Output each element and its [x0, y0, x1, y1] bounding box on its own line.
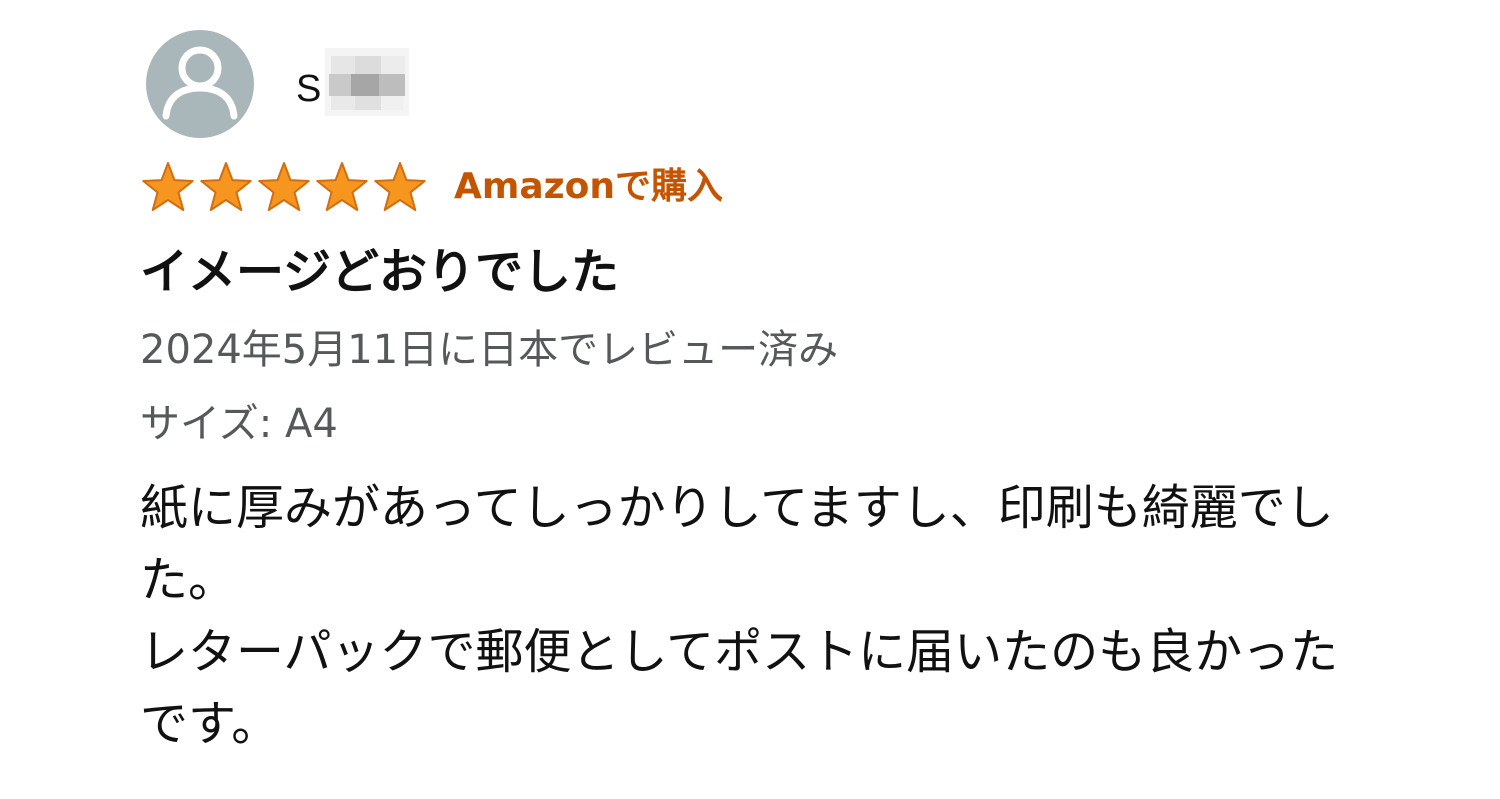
- star-icon: [374, 162, 426, 212]
- review-title[interactable]: イメージどおりでした: [140, 240, 619, 304]
- product-variant: サイズ: A4: [140, 401, 338, 447]
- star-rating[interactable]: [138, 160, 430, 216]
- customer-review: S Amazonで購入 イメージどおりでした 2024年5月11日に日本でレビュ…: [0, 0, 1500, 799]
- review-body-paragraph: 紙に厚みがあってしっかりしてますし、印刷も綺麗でした。: [140, 480, 1334, 608]
- reviewer-name-blur: [325, 48, 409, 116]
- star-icon: [258, 162, 310, 212]
- star-icon: [142, 162, 194, 212]
- reviewer-name[interactable]: S: [296, 66, 321, 112]
- review-body: 紙に厚みがあってしっかりしてますし、印刷も綺麗でした。 レターパックで郵便として…: [140, 472, 1360, 760]
- reviewer-avatar[interactable]: [146, 30, 254, 138]
- review-body-paragraph: レターパックで郵便としてポストに届いたのも良かったです。: [140, 624, 1339, 752]
- review-date: 2024年5月11日に日本でレビュー済み: [140, 327, 839, 373]
- verified-purchase-badge: Amazonで購入: [454, 166, 723, 207]
- star-icon: [316, 162, 368, 212]
- star-icon: [200, 162, 252, 212]
- default-user-icon: [162, 46, 238, 120]
